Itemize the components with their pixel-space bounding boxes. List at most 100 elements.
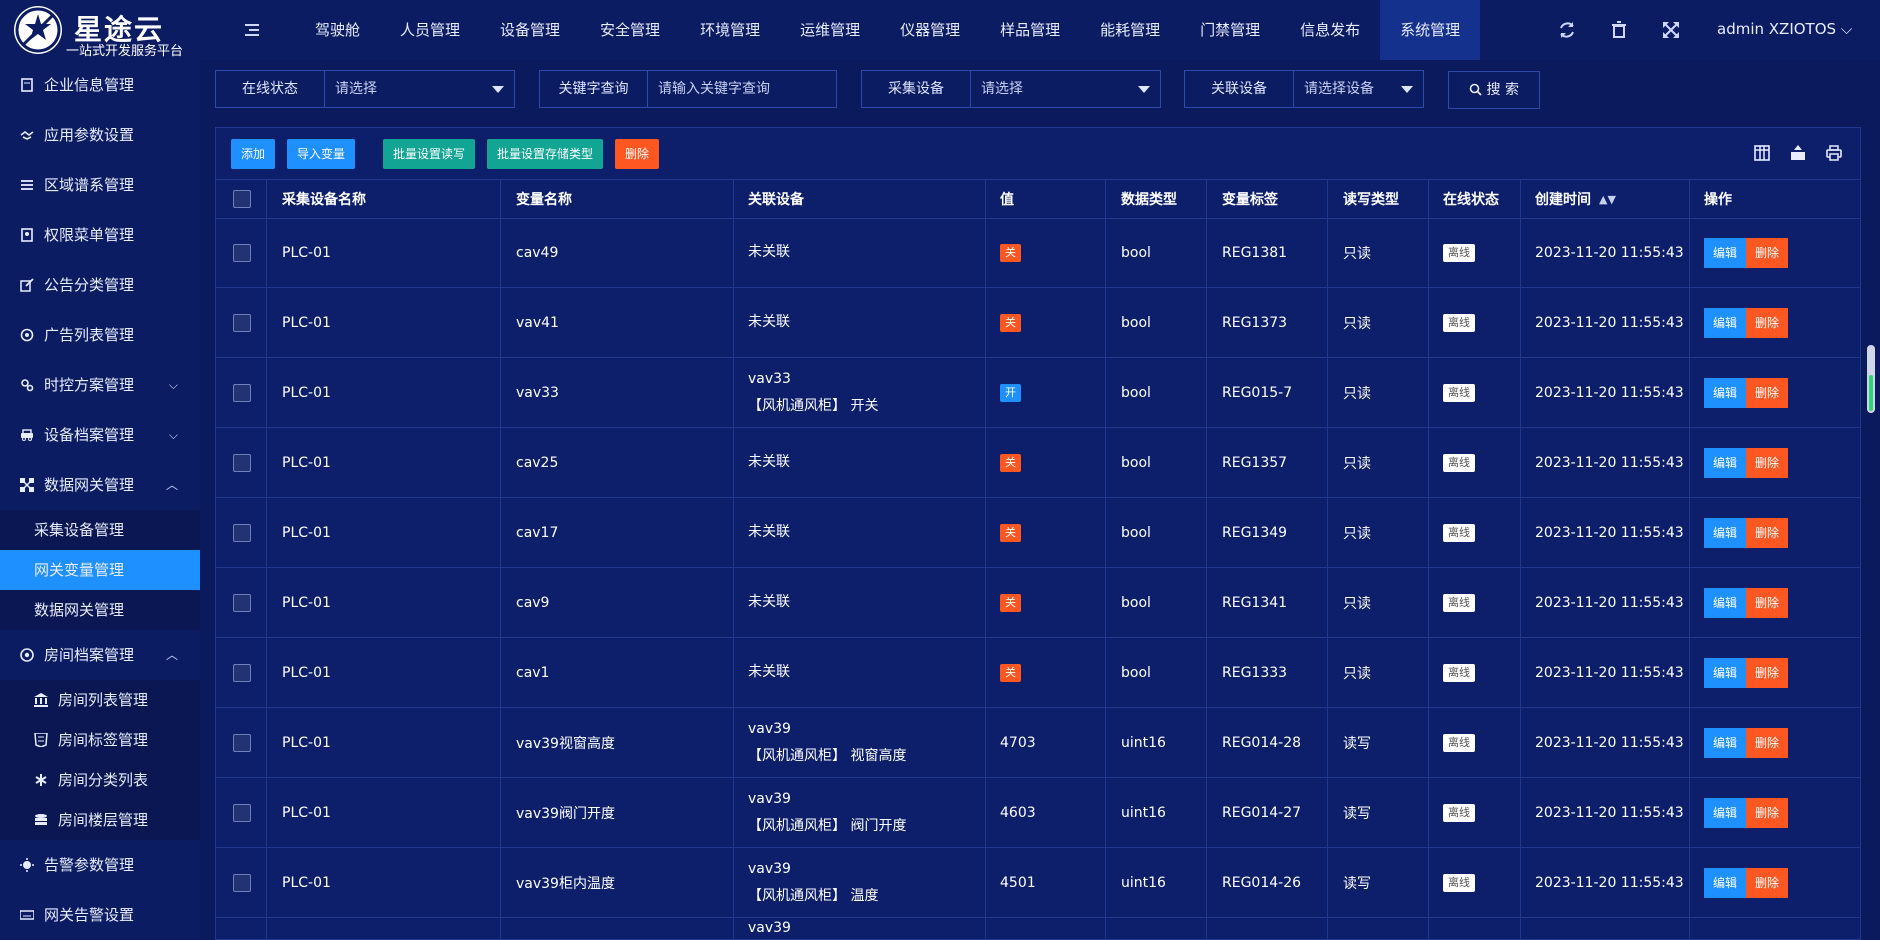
sidebar-item-gateway-alarm[interactable]: 网关告警设置 — [0, 890, 200, 938]
row-checkbox[interactable] — [233, 288, 251, 357]
gateway-submenu: 采集设备管理 网关变量管理 数据网关管理 — [0, 510, 200, 630]
row-checkbox[interactable] — [233, 848, 251, 917]
edit-button[interactable]: 编辑 — [1704, 797, 1747, 828]
sidebar-item-ad-list[interactable]: 广告列表管理 — [0, 310, 200, 360]
sort-icon[interactable]: ▲▼ — [1599, 193, 1616, 206]
nav-device[interactable]: 设备管理 — [480, 0, 580, 60]
chevron-down-icon: ⌵ — [1840, 20, 1853, 38]
edit-button[interactable]: 编辑 — [1704, 447, 1747, 478]
keyword-input[interactable]: 请输入关键字查询 — [648, 71, 770, 107]
scrollbar-thumb[interactable] — [1869, 375, 1873, 411]
batch-rw-button[interactable]: 批量设置读写 — [383, 139, 476, 169]
row-checkbox[interactable] — [233, 708, 251, 777]
edit-button[interactable]: 编辑 — [1704, 377, 1747, 408]
add-button[interactable]: 添加 — [231, 139, 276, 169]
sidebar-item-app-params[interactable]: 应用参数设置 — [0, 110, 200, 160]
sidebar-item-data-gateway[interactable]: 数据网关管理 ︿ — [0, 460, 200, 510]
delete-row-button[interactable]: 删除 — [1746, 517, 1789, 548]
delete-row-button[interactable]: 删除 — [1746, 867, 1789, 898]
header-created[interactable]: 创建时间 ▲▼ — [1535, 180, 1616, 218]
sidebar-item-region[interactable]: 区域谱系管理 — [0, 160, 200, 210]
nav-system[interactable]: 系统管理 — [1380, 0, 1481, 60]
delete-row-button[interactable]: 删除 — [1746, 797, 1789, 828]
cell-value: 关 — [1000, 218, 1021, 287]
fullscreen-icon[interactable] — [1659, 18, 1683, 42]
sidebar-item-device-archive[interactable]: 设备档案管理 ⌵ — [0, 410, 200, 460]
sidebar-item-label: 房间列表管理 — [58, 691, 149, 709]
nav-security[interactable]: 安全管理 — [580, 0, 680, 60]
value-tag: 关 — [1000, 523, 1021, 542]
nav-info-publish[interactable]: 信息发布 — [1280, 0, 1380, 60]
delete-row-button[interactable]: 删除 — [1746, 447, 1789, 478]
edit-button[interactable]: 编辑 — [1704, 657, 1747, 688]
brand-subtitle: 一站式开发服务平台 — [66, 44, 184, 59]
edit-button[interactable]: 编辑 — [1704, 517, 1747, 548]
nav-operations[interactable]: 运维管理 — [780, 0, 880, 60]
search-button[interactable]: 搜 索 — [1448, 71, 1540, 109]
menu-toggle-icon[interactable] — [240, 18, 264, 42]
import-variable-button[interactable]: 导入变量 — [287, 139, 356, 169]
sidebar-sub-room-tag[interactable]: 房间标签管理 — [0, 720, 200, 760]
sidebar-sub-data-gateway[interactable]: 数据网关管理 — [0, 590, 200, 630]
export-icon[interactable] — [1788, 143, 1808, 163]
filter-collector[interactable]: 采集设备 请选择 — [861, 70, 1161, 108]
scrollbar[interactable] — [1867, 345, 1875, 413]
nav-instrument[interactable]: 仪器管理 — [880, 0, 980, 60]
columns-icon[interactable] — [1752, 143, 1772, 163]
nav-cockpit[interactable]: 驾驶舱 — [295, 0, 380, 60]
sidebar-item-label: 房间标签管理 — [58, 731, 149, 749]
sidebar-item-label: 房间楼层管理 — [58, 811, 149, 829]
sidebar-item-permission[interactable]: 权限菜单管理 — [0, 210, 200, 260]
sidebar-item-time-control[interactable]: 时控方案管理 ⌵ — [0, 360, 200, 410]
sidebar-sub-collector[interactable]: 采集设备管理 — [0, 510, 200, 550]
row-checkbox[interactable] — [233, 778, 251, 847]
nav-sample[interactable]: 样品管理 — [980, 0, 1080, 60]
delete-row-button[interactable]: 删除 — [1746, 657, 1789, 688]
trash-icon[interactable] — [1607, 18, 1631, 42]
row-checkbox[interactable] — [233, 358, 251, 427]
filter-keyword[interactable]: 关键字查询 请输入关键字查询 — [539, 70, 837, 108]
nav-access[interactable]: 门禁管理 — [1180, 0, 1280, 60]
sidebar-sub-room-list[interactable]: 房间列表管理 — [0, 680, 200, 720]
delete-button[interactable]: 删除 — [615, 139, 660, 169]
header-status: 在线状态 — [1443, 192, 1499, 208]
sidebar-item-room-archive[interactable]: 房间档案管理 ︿ — [0, 630, 200, 680]
delete-row-button[interactable]: 删除 — [1746, 377, 1789, 408]
nav-environment[interactable]: 环境管理 — [680, 0, 780, 60]
nav-personnel[interactable]: 人员管理 — [380, 0, 480, 60]
user-menu[interactable]: admin XZIOTOS ⌵ — [1717, 20, 1852, 38]
nav-energy[interactable]: 能耗管理 — [1080, 0, 1180, 60]
row-checkbox[interactable] — [233, 498, 251, 567]
edit-button[interactable]: 编辑 — [1704, 307, 1747, 338]
delete-row-button[interactable]: 删除 — [1746, 307, 1789, 338]
delete-row-button[interactable]: 删除 — [1746, 587, 1789, 618]
row-checkbox[interactable] — [233, 638, 251, 707]
filter-online-status[interactable]: 在线状态 请选择 — [215, 70, 515, 108]
room-submenu: 房间列表管理 房间标签管理 房间分类列表 房间楼层管理 — [0, 680, 200, 840]
cell-collector: PLC-01 — [282, 524, 331, 541]
refresh-icon[interactable] — [1555, 18, 1579, 42]
batch-storage-button[interactable]: 批量设置存储类型 — [487, 139, 604, 169]
edit-button[interactable]: 编辑 — [1704, 587, 1747, 618]
delete-row-button[interactable]: 删除 — [1746, 727, 1789, 758]
sidebar-item-alarm-params[interactable]: 告警参数管理 — [0, 840, 200, 890]
sidebar-item-company[interactable]: 企业信息管理 — [0, 60, 200, 110]
brand-logo[interactable]: 星途云 一站式开发服务平台 — [14, 6, 204, 59]
sidebar-sub-gateway-variable[interactable]: 网关变量管理 — [0, 550, 200, 590]
delete-row-button[interactable]: 删除 — [1746, 237, 1789, 268]
edit-button[interactable]: 编辑 — [1704, 237, 1747, 268]
cell-collector: PLC-01 — [282, 594, 331, 611]
sidebar-sub-room-floor[interactable]: 房间楼层管理 — [0, 800, 200, 840]
row-checkbox[interactable] — [233, 218, 251, 287]
print-icon[interactable] — [1824, 143, 1844, 163]
row-checkbox[interactable] — [233, 428, 251, 497]
filter-linked-device[interactable]: 关联设备 请选择设备 — [1184, 70, 1424, 108]
edit-button[interactable]: 编辑 — [1704, 867, 1747, 898]
cell-linked: 未关联 — [748, 498, 790, 567]
status-badge: 离线 — [1443, 593, 1475, 612]
select-all-checkbox[interactable] — [233, 180, 251, 218]
sidebar-item-notice-category[interactable]: 公告分类管理 — [0, 260, 200, 310]
edit-button[interactable]: 编辑 — [1704, 727, 1747, 758]
sidebar-sub-room-category[interactable]: 房间分类列表 — [0, 760, 200, 800]
row-checkbox[interactable] — [233, 568, 251, 637]
